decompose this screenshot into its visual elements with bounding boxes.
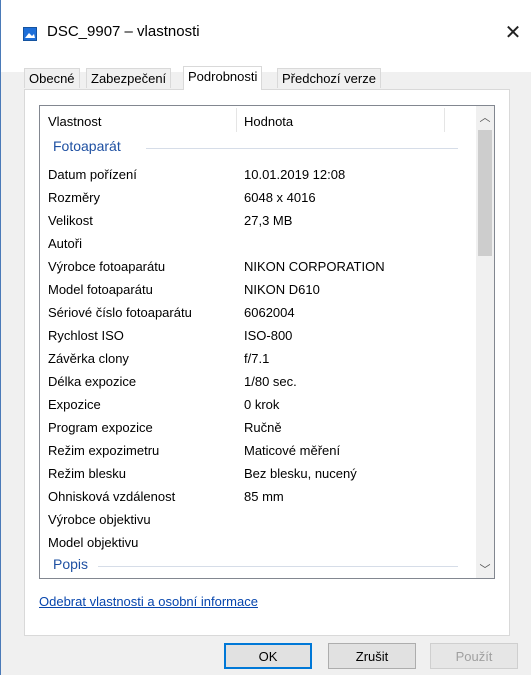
window-border	[0, 0, 1, 675]
table-row[interactable]: Autoři	[40, 233, 468, 256]
property-name: Velikost	[48, 213, 93, 228]
properties-dialog: DSC_9907 – vlastnosti ✕ Obecné Zabezpeče…	[0, 0, 531, 675]
table-row[interactable]: Délka expozice 1/80 sec.	[40, 371, 468, 394]
apply-button[interactable]: Použít	[430, 643, 518, 669]
property-value: f/7.1	[244, 351, 270, 366]
table-row[interactable]: Model fotoaparátu NIKON D610	[40, 279, 468, 302]
table-row[interactable]: Model objektivu	[40, 532, 468, 555]
property-value: Bez blesku, nucený	[244, 466, 357, 481]
property-value: 27,3 MB	[244, 213, 293, 228]
table-row[interactable]: Velikost 27,3 MB	[40, 210, 468, 233]
column-header-value[interactable]: Hodnota	[244, 114, 293, 129]
tab-security[interactable]: Zabezpečení	[86, 68, 172, 88]
column-separator[interactable]	[236, 108, 237, 132]
property-name: Režim expozimetru	[48, 443, 160, 458]
scroll-up-button[interactable]: ︿	[476, 108, 494, 126]
property-name: Výrobce objektivu	[48, 512, 151, 527]
property-value: 6062004	[244, 305, 295, 320]
cancel-button[interactable]: Zrušit	[328, 643, 416, 669]
property-name: Rozměry	[48, 190, 101, 205]
column-separator[interactable]	[444, 108, 445, 132]
property-name: Sériové číslo fotoaparátu	[48, 305, 192, 320]
table-row[interactable]: Rychlost ISO ISO-800	[40, 325, 468, 348]
table-row[interactable]: Expozice 0 krok	[40, 394, 468, 417]
property-list[interactable]: Vlastnost Hodnota Fotoaparát Datum poříz…	[39, 105, 495, 579]
property-value: 1/80 sec.	[244, 374, 297, 389]
table-row[interactable]: Závěrka clony f/7.1	[40, 348, 468, 371]
group-divider	[146, 148, 458, 149]
property-value: 85 mm	[244, 489, 284, 504]
group-divider	[98, 566, 458, 567]
vertical-scrollbar[interactable]: ︿ ﹀	[476, 106, 494, 578]
property-name: Expozice	[48, 397, 101, 412]
table-row[interactable]: Datum pořízení 10.01.2019 12:08	[40, 164, 468, 187]
title-bar: DSC_9907 – vlastnosti ✕	[1, 0, 531, 72]
image-file-icon	[23, 27, 37, 41]
property-value: ISO-800	[244, 328, 293, 343]
list-header: Vlastnost Hodnota	[40, 106, 468, 134]
property-name: Délka expozice	[48, 374, 137, 389]
group-header-camera: Fotoaparát	[53, 138, 121, 154]
table-row[interactable]: Výrobce objektivu	[40, 509, 468, 532]
property-name: Model fotoaparátu	[48, 282, 153, 297]
remove-properties-link[interactable]: Odebrat vlastnosti a osobní informace	[39, 594, 258, 609]
close-icon: ✕	[504, 21, 522, 44]
property-value: Maticové měření	[244, 443, 341, 458]
table-row[interactable]: Program expozice Ručně	[40, 417, 468, 440]
table-row[interactable]: Rozměry 6048 x 4016	[40, 187, 468, 210]
property-name: Rychlost ISO	[48, 328, 124, 343]
property-name: Ohnisková vzdálenost	[48, 489, 176, 504]
property-name: Autoři	[48, 236, 82, 251]
tab-previous-versions[interactable]: Předchozí verze	[277, 68, 381, 88]
group-header-description: Popis	[53, 556, 89, 572]
table-row[interactable]: Sériové číslo fotoaparátu 6062004	[40, 302, 468, 325]
property-value: Ručně	[244, 420, 282, 435]
property-value: 6048 x 4016	[244, 190, 316, 205]
property-name: Závěrka clony	[48, 351, 129, 366]
chevron-up-icon: ︿	[479, 112, 491, 124]
chevron-down-icon: ﹀	[479, 564, 491, 576]
property-name: Výrobce fotoaparátu	[48, 259, 166, 274]
ok-button[interactable]: OK	[224, 643, 312, 669]
column-header-property[interactable]: Vlastnost	[48, 114, 101, 129]
scroll-thumb[interactable]	[478, 130, 492, 256]
property-value: 10.01.2019 12:08	[244, 167, 346, 182]
tab-general[interactable]: Obecné	[24, 68, 80, 88]
property-name: Datum pořízení	[48, 167, 137, 182]
table-row[interactable]: Výrobce fotoaparátu NIKON CORPORATION	[40, 256, 468, 279]
window-title: DSC_9907 – vlastnosti	[47, 23, 200, 40]
property-name: Model objektivu	[48, 535, 139, 550]
property-name: Režim blesku	[48, 466, 127, 481]
table-row[interactable]: Režim expozimetru Maticové měření	[40, 440, 468, 463]
property-value: 0 krok	[244, 397, 280, 412]
table-row[interactable]: Režim blesku Bez blesku, nucený	[40, 463, 468, 486]
scroll-down-button[interactable]: ﹀	[476, 560, 494, 578]
property-name: Program expozice	[48, 420, 153, 435]
tab-details[interactable]: Podrobnosti	[183, 66, 263, 90]
table-row[interactable]: Ohnisková vzdálenost 85 mm	[40, 486, 468, 509]
property-value: NIKON CORPORATION	[244, 259, 385, 274]
property-value: NIKON D610	[244, 282, 320, 297]
close-button[interactable]: ✕	[495, 14, 531, 50]
